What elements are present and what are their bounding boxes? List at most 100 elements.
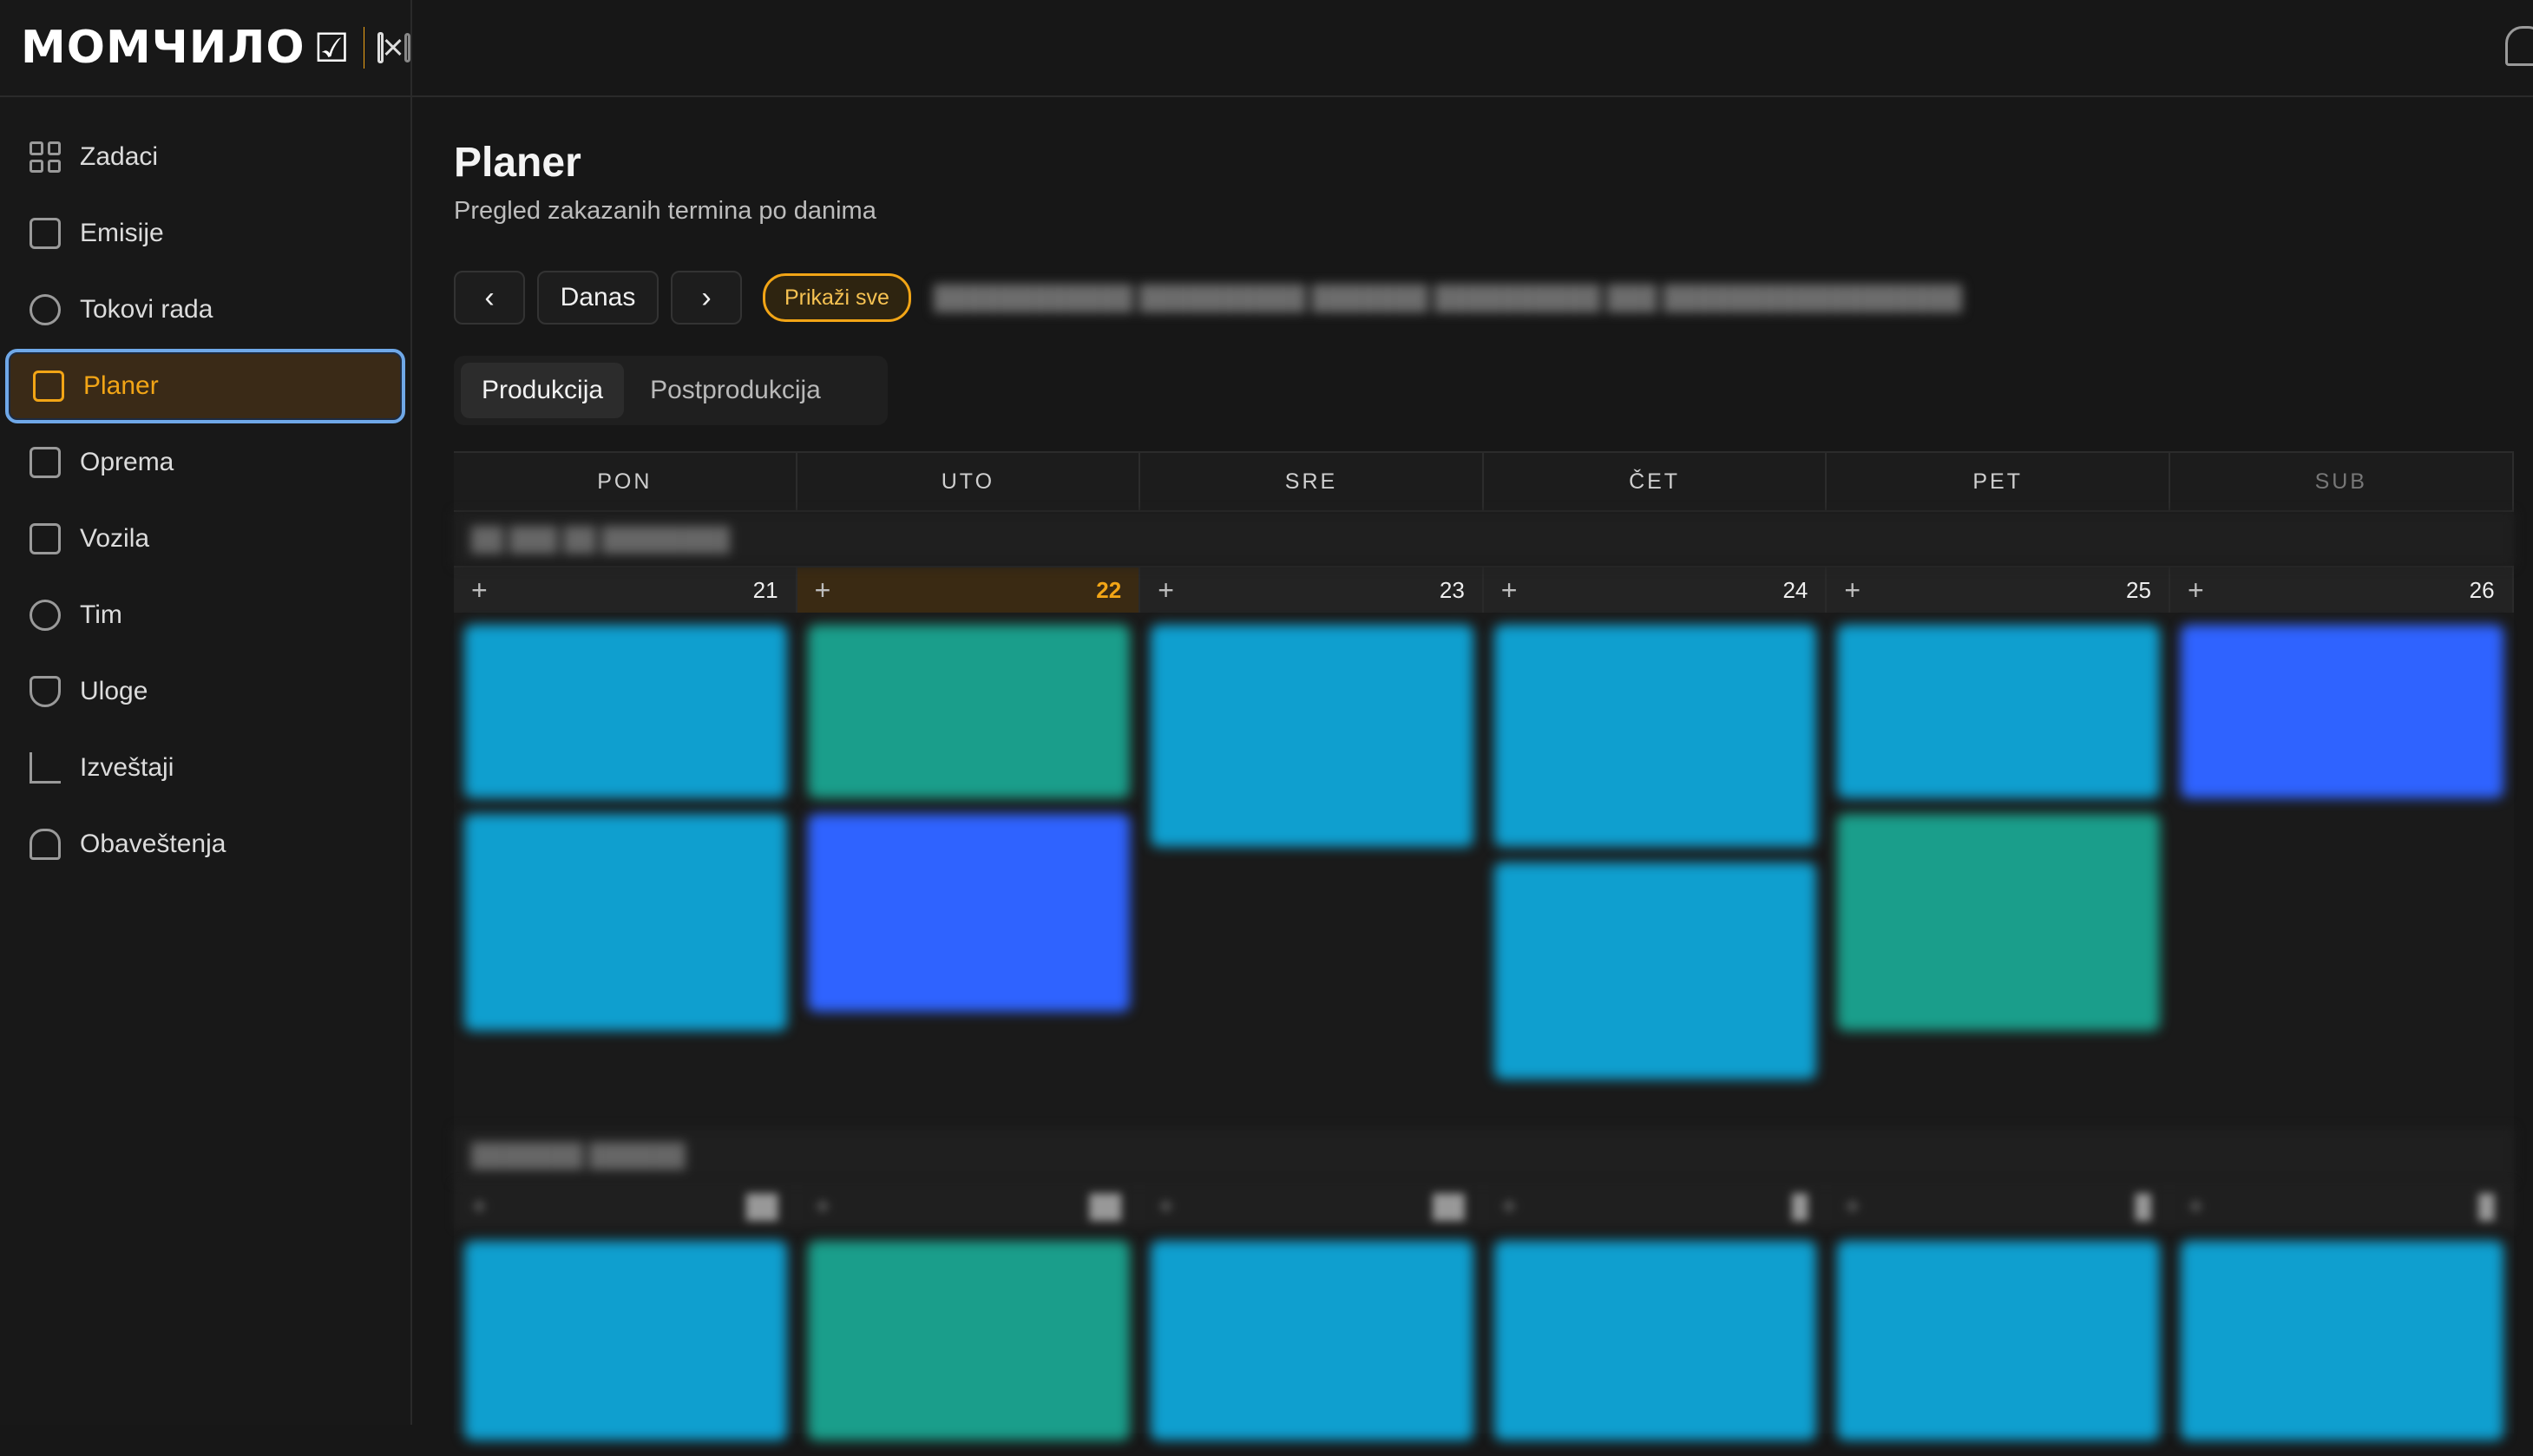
add-event-icon[interactable]: + <box>815 1190 831 1223</box>
day-cell: +█ <box>2170 1184 2514 1229</box>
add-event-icon[interactable]: + <box>2188 1190 2204 1223</box>
page-subtitle: Pregled zakazanih termina po danima <box>454 197 876 226</box>
event-card[interactable] <box>808 1241 1131 1440</box>
sidebar-item-vozila[interactable]: Vozila <box>5 502 405 576</box>
sidebar-item-oprema[interactable]: Oprema <box>5 425 405 500</box>
event-card[interactable] <box>1151 625 1473 847</box>
sidebar-nav: Zadaci Emisije Tokovi rada Planer Oprema… <box>0 97 410 882</box>
day-cell: +█ <box>1484 1184 1828 1229</box>
weekday-header: SUB <box>2170 453 2514 510</box>
sidebar-item-tim[interactable]: Tim <box>5 578 405 653</box>
week1-events <box>454 613 2514 1128</box>
weekday-header: UTO <box>797 453 1141 510</box>
day-cell: +21 <box>454 567 797 613</box>
weekday-header: PON <box>454 453 797 510</box>
day-column <box>797 625 1141 1128</box>
event-card[interactable] <box>808 814 1131 1012</box>
day-column <box>797 1241 1141 1456</box>
logo-bar: МОМЧИЛО ☑ <box>0 0 410 97</box>
event-card[interactable] <box>808 625 1131 798</box>
day-column <box>1827 1241 2170 1456</box>
collapse-sidebar-icon[interactable] <box>404 33 410 62</box>
sidebar-item-uloge[interactable]: Uloge <box>5 654 405 729</box>
sidebar-item-label: Obaveštenja <box>80 830 226 859</box>
event-card[interactable] <box>2181 625 2503 798</box>
app-logo: МОМЧИЛО <box>21 22 305 74</box>
day-number: 23 <box>1440 577 1465 604</box>
day-number: ██ <box>746 1193 778 1220</box>
day-cell: +25 <box>1827 567 2170 613</box>
chart-icon <box>30 752 61 784</box>
add-event-icon[interactable]: + <box>1501 574 1518 607</box>
day-column <box>454 1241 797 1456</box>
day-cell-today: +22 <box>797 567 1141 613</box>
day-column <box>1827 625 2170 1128</box>
add-event-icon[interactable]: + <box>1158 1190 1174 1223</box>
event-card[interactable] <box>1837 814 2160 1031</box>
day-cell: + ██ <box>1140 1184 1484 1229</box>
tab-postprodukcija[interactable]: Postprodukcija <box>629 363 842 418</box>
day-number: █ <box>2136 1193 2151 1220</box>
prev-week-button[interactable]: ‹ <box>454 271 525 325</box>
add-event-icon[interactable]: + <box>1158 574 1174 607</box>
add-event-icon[interactable]: + <box>815 574 831 607</box>
add-event-icon[interactable]: + <box>1844 574 1860 607</box>
sidebar-item-label: Zadaci <box>80 142 158 172</box>
day-column <box>2170 625 2514 1128</box>
event-card[interactable] <box>1494 1241 1817 1440</box>
grid-icon <box>30 141 61 173</box>
add-event-icon[interactable]: + <box>471 574 488 607</box>
workflow-icon <box>30 294 61 325</box>
sidebar-item-planer[interactable]: Planer <box>5 349 405 423</box>
week2-events <box>454 1229 2514 1456</box>
week-range-label: ███████ ██████ <box>454 1128 2514 1182</box>
topbar <box>412 0 2533 97</box>
calendar-icon <box>33 371 64 402</box>
sidebar-item-izvestaji[interactable]: Izveštaji <box>5 731 405 805</box>
day-column <box>1484 625 1828 1128</box>
day-number: 21 <box>753 577 778 604</box>
day-number-row: +██ +██ +██ +█ +█ +█ <box>454 1182 2514 1229</box>
add-event-icon[interactable]: + <box>1501 1190 1518 1223</box>
shield-icon <box>30 676 61 707</box>
day-number-row: +21 +22 +23 +24 +25 +26 <box>454 566 2514 613</box>
weekday-header: PET <box>1827 453 2170 510</box>
sidebar-item-zadaci[interactable]: Zadaci <box>5 120 405 194</box>
check-icon: ☑ <box>314 24 350 71</box>
tv-icon <box>30 218 61 249</box>
tab-produkcija[interactable]: Produkcija <box>461 363 624 418</box>
notifications-bell-icon[interactable] <box>2505 26 2533 66</box>
event-card[interactable] <box>2181 1241 2503 1440</box>
event-card[interactable] <box>1837 1241 2160 1440</box>
day-number: 26 <box>2470 577 2495 604</box>
add-event-icon[interactable]: + <box>1844 1190 1860 1223</box>
next-week-button[interactable]: › <box>671 271 742 325</box>
day-cell: +█ <box>1827 1184 2170 1229</box>
today-button[interactable]: Danas <box>537 271 659 325</box>
event-card[interactable] <box>464 625 787 798</box>
sidebar-item-emisije[interactable]: Emisije <box>5 196 405 271</box>
day-number: ██ <box>1433 1193 1465 1220</box>
day-column <box>454 625 797 1128</box>
box-icon <box>30 447 61 478</box>
event-card[interactable] <box>464 814 787 1031</box>
day-cell: +23 <box>1140 567 1484 613</box>
sidebar-item-label: Izveštaji <box>80 753 174 783</box>
event-card[interactable] <box>464 1241 787 1440</box>
add-event-icon[interactable]: + <box>2188 574 2204 607</box>
day-column <box>1140 625 1484 1128</box>
sidebar-item-label: Tim <box>80 600 122 630</box>
event-card[interactable] <box>1494 625 1817 847</box>
users-icon <box>30 600 61 631</box>
event-card[interactable] <box>1151 1241 1473 1440</box>
sidebar-item-tokovi-rada[interactable]: Tokovi rada <box>5 272 405 347</box>
planner-toolbar: ‹ Danas › Prikaži sve ████████████ █████… <box>454 271 1962 325</box>
event-card[interactable] <box>1494 862 1817 1079</box>
day-column <box>2170 1241 2514 1456</box>
show-all-filter[interactable]: Prikaži sve <box>763 273 911 322</box>
sidebar-item-obavestenja[interactable]: Obaveštenja <box>5 807 405 882</box>
event-card[interactable] <box>1837 625 2160 798</box>
add-event-icon[interactable]: + <box>471 1190 488 1223</box>
calendar-header: PON UTO SRE ČET PET SUB <box>454 453 2514 512</box>
weekday-header: SRE <box>1140 453 1484 510</box>
